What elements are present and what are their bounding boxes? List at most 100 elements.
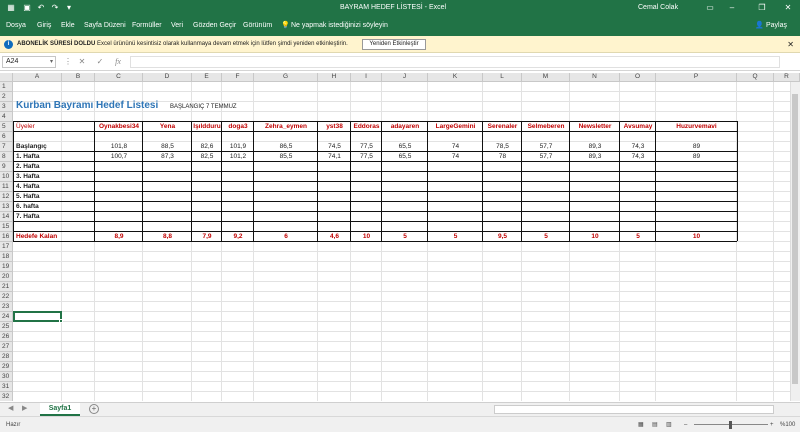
row-header[interactable]: 29	[0, 362, 13, 372]
column-header[interactable]: D	[143, 73, 192, 82]
tab-gozden-gecir[interactable]: Gözden Geçir	[193, 16, 236, 36]
row-header[interactable]: 27	[0, 342, 13, 352]
zoom-slider-thumb[interactable]	[729, 421, 732, 429]
normal-view-icon[interactable]: ▦	[638, 417, 644, 433]
page-break-icon[interactable]: ▥	[666, 417, 672, 433]
column-header[interactable]: F	[222, 73, 254, 82]
close-icon[interactable]: ✕	[778, 0, 798, 16]
row-header[interactable]: 30	[0, 372, 13, 382]
row-header[interactable]: 1	[0, 82, 13, 92]
row-header[interactable]: 24	[0, 312, 13, 322]
row-header[interactable]: 2	[0, 92, 13, 102]
tab-ekle[interactable]: Ekle	[61, 16, 75, 36]
scroll-right-icon[interactable]: ▶	[22, 404, 27, 412]
row-header[interactable]: 11	[0, 182, 13, 192]
column-header[interactable]: P	[656, 73, 737, 82]
row-header[interactable]: 17	[0, 242, 13, 252]
vertical-scroll-thumb[interactable]	[792, 94, 798, 384]
tab-veri[interactable]: Veri	[171, 16, 183, 36]
sheet-tab-sayfa1[interactable]: Sayfa1	[40, 403, 80, 416]
tab-formuller[interactable]: Formüller	[132, 16, 162, 36]
column-header[interactable]: C	[95, 73, 143, 82]
column-header[interactable]: B	[62, 73, 95, 82]
enter-icon[interactable]: ✓	[94, 56, 106, 68]
tab-gorunum[interactable]: Görünüm	[243, 16, 272, 36]
table-row-line	[13, 231, 737, 232]
row-header[interactable]: 19	[0, 262, 13, 272]
row-header[interactable]: 3	[0, 102, 13, 112]
row-header[interactable]: 25	[0, 322, 13, 332]
scroll-left-icon[interactable]: ◀	[8, 404, 13, 412]
chevron-down-icon[interactable]: ▾	[50, 57, 53, 67]
row-header[interactable]: 12	[0, 192, 13, 202]
formula-input[interactable]	[130, 56, 780, 68]
customize-toolbar-icon[interactable]: ▾	[64, 2, 74, 14]
row-header[interactable]: 8	[0, 152, 13, 162]
tell-me-box[interactable]: Ne yapmak istediğinizi söyleyin	[291, 16, 388, 36]
add-sheet-icon[interactable]: +	[89, 404, 99, 414]
row-header[interactable]: 15	[0, 222, 13, 232]
page-layout-icon[interactable]: ▤	[652, 417, 658, 433]
table-col-line	[221, 121, 222, 241]
redo-icon[interactable]: ↷	[50, 2, 60, 14]
column-header[interactable]: H	[318, 73, 351, 82]
column-header[interactable]: E	[192, 73, 222, 82]
zoom-level[interactable]: %100	[780, 417, 795, 433]
column-header[interactable]: N	[570, 73, 620, 82]
row-header[interactable]: 7	[0, 142, 13, 152]
fill-handle[interactable]	[59, 319, 63, 323]
row-header[interactable]: 21	[0, 282, 13, 292]
row-header[interactable]: 18	[0, 252, 13, 262]
column-header[interactable]: J	[382, 73, 428, 82]
column-header[interactable]: I	[351, 73, 382, 82]
column-header[interactable]: Q	[737, 73, 774, 82]
column-header[interactable]: A	[13, 73, 62, 82]
close-message-icon[interactable]: ✕	[787, 36, 794, 53]
row-header[interactable]: 26	[0, 332, 13, 342]
horizontal-scrollbar[interactable]	[494, 405, 774, 414]
select-all-corner[interactable]	[0, 73, 13, 82]
row-header[interactable]: 28	[0, 352, 13, 362]
share-button[interactable]: Paylaş	[766, 16, 787, 36]
row-header[interactable]: 13	[0, 202, 13, 212]
tab-giris[interactable]: Giriş	[37, 16, 51, 36]
row-header[interactable]: 22	[0, 292, 13, 302]
worksheet-grid[interactable]: A B C D E F G H I J K L M N O P Q R 1 2 3 4 5 6 7 8 9 10 11 12 13 14 15 1…	[0, 73, 800, 401]
gridline-h	[13, 341, 800, 342]
name-box[interactable]: A24 ▾	[2, 56, 56, 68]
row-header[interactable]: 9	[0, 162, 13, 172]
reactivate-button[interactable]: Yeniden Etkinleştir	[362, 39, 426, 50]
selected-cell[interactable]	[13, 311, 62, 322]
cancel-icon[interactable]: ✕	[76, 56, 88, 68]
column-header[interactable]: M	[522, 73, 570, 82]
table-row-line	[13, 191, 737, 192]
column-header[interactable]: G	[254, 73, 318, 82]
user-name[interactable]: Cemal Colak	[638, 0, 678, 16]
zoom-in-icon[interactable]: +	[770, 417, 774, 433]
row-header[interactable]: 32	[0, 392, 13, 401]
row-header[interactable]: 6	[0, 132, 13, 142]
row-header[interactable]: 10	[0, 172, 13, 182]
row-header[interactable]: 5	[0, 122, 13, 132]
gridline-h	[13, 91, 800, 92]
row-header[interactable]: 31	[0, 382, 13, 392]
minimize-icon[interactable]: –	[722, 0, 742, 16]
zoom-out-icon[interactable]: –	[684, 417, 687, 433]
tab-sayfa-duzeni[interactable]: Sayfa Düzeni	[84, 16, 126, 36]
column-header[interactable]: O	[620, 73, 656, 82]
row-header[interactable]: 23	[0, 302, 13, 312]
restore-icon[interactable]: ❐	[752, 0, 772, 16]
row-header[interactable]: 20	[0, 272, 13, 282]
column-header[interactable]: L	[483, 73, 522, 82]
tab-dosya[interactable]: Dosya	[6, 16, 26, 36]
function-icon[interactable]: fx	[112, 56, 124, 68]
save-icon[interactable]: ▣	[22, 2, 32, 14]
column-header[interactable]: K	[428, 73, 483, 82]
row-header[interactable]: 4	[0, 112, 13, 122]
table-col-line	[317, 121, 318, 241]
row-header[interactable]: 16	[0, 232, 13, 242]
ribbon-display-icon[interactable]: ▭	[700, 0, 720, 16]
row-header[interactable]: 14	[0, 212, 13, 222]
undo-icon[interactable]: ↶	[36, 2, 46, 14]
column-header[interactable]: R	[774, 73, 800, 82]
